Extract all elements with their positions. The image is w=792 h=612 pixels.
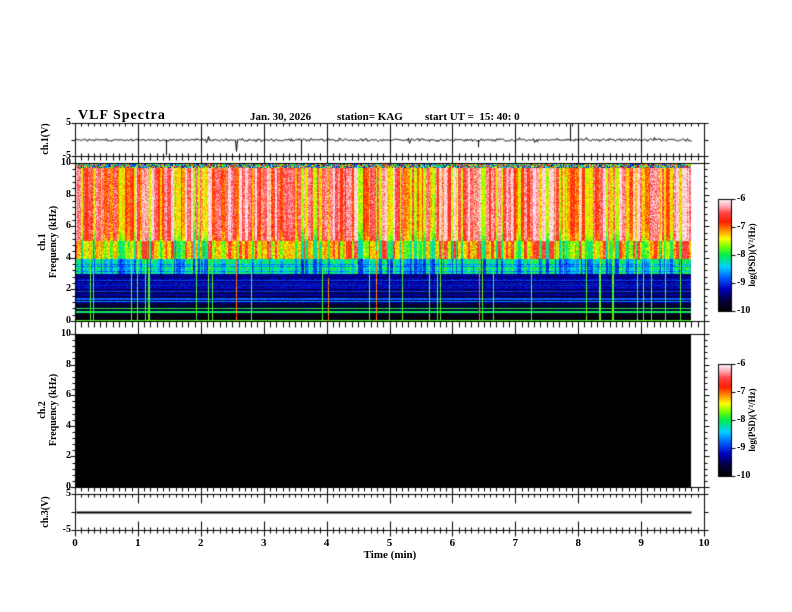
colorbar-ch2 <box>718 364 731 476</box>
ch2-frequency-axis-label: ch.2 Frequency (kHz) <box>37 335 61 485</box>
ch1-waveform-panel <box>75 123 704 156</box>
x-tick-label: 10 <box>698 537 710 549</box>
colorbar-tick-label: -7 <box>737 221 746 232</box>
freq-tick-label: 8 <box>66 358 71 370</box>
voltage-tick-label: 5 <box>66 117 71 128</box>
header-date: Jan. 30, 2026 <box>250 111 312 123</box>
colorbar-tick-label: -9 <box>737 442 746 453</box>
freq-tick-label: 4 <box>66 251 71 263</box>
x-tick-label: 9 <box>638 537 644 549</box>
ch1-spectrogram-panel <box>75 163 704 321</box>
ch2-spectrogram-panel <box>75 334 704 487</box>
ch2-frequency-axis-label-line1: ch.2 <box>37 401 48 419</box>
colorbar-tick-label: -10 <box>737 305 751 316</box>
voltage-tick-label: 5 <box>66 488 71 499</box>
vlf-spectra-figure: VLF Spectra Jan. 30, 2026 station= KAG s… <box>0 0 792 612</box>
figure-title: VLF Spectra <box>78 108 166 123</box>
x-tick-label: 4 <box>323 537 330 549</box>
ch2-frequency-axis-label-line2: Frequency (kHz) <box>48 373 59 447</box>
x-tick-label: 3 <box>260 537 267 549</box>
header-station: station= KAG <box>337 111 403 123</box>
colorbar-ch1 <box>718 199 731 311</box>
x-tick-label: 7 <box>512 537 519 549</box>
freq-tick-label: 8 <box>66 188 71 200</box>
x-tick-label: 8 <box>575 537 581 549</box>
colorbar-tick-label: -8 <box>737 414 746 425</box>
freq-tick-label: 6 <box>66 220 71 232</box>
freq-tick-label: 2 <box>66 283 71 295</box>
freq-tick-label: 4 <box>66 419 71 431</box>
freq-tick-label: 10 <box>61 328 71 339</box>
freq-tick-label: 0 <box>66 315 71 326</box>
freq-tick-label: 2 <box>66 450 71 462</box>
x-tick-label: 1 <box>135 537 141 549</box>
freq-tick-label: 6 <box>66 389 71 401</box>
time-axis-label: Time (min) <box>363 549 417 561</box>
colorbar-tick-label: -6 <box>737 193 746 204</box>
colorbar-tick-label: -6 <box>737 358 746 369</box>
ch3-waveform-panel <box>75 494 704 530</box>
x-tick-label: 5 <box>386 537 393 549</box>
colorbar-tick-label: -7 <box>737 386 746 397</box>
voltage-tick-label: -5 <box>62 524 71 535</box>
voltage-tick-label: -5 <box>62 150 71 161</box>
x-tick-label: 0 <box>72 537 78 549</box>
colorbar-tick-label: -9 <box>737 277 746 288</box>
colorbar-tick-label: -10 <box>737 470 751 481</box>
ch1-frequency-axis-label-line1: ch.1 <box>37 233 48 251</box>
header-start-ut: start UT = 15: 40: 0 <box>425 111 520 123</box>
colorbar-tick-label: -8 <box>737 249 746 260</box>
x-tick-label: 2 <box>198 537 204 549</box>
x-tick-label: 6 <box>449 537 456 549</box>
